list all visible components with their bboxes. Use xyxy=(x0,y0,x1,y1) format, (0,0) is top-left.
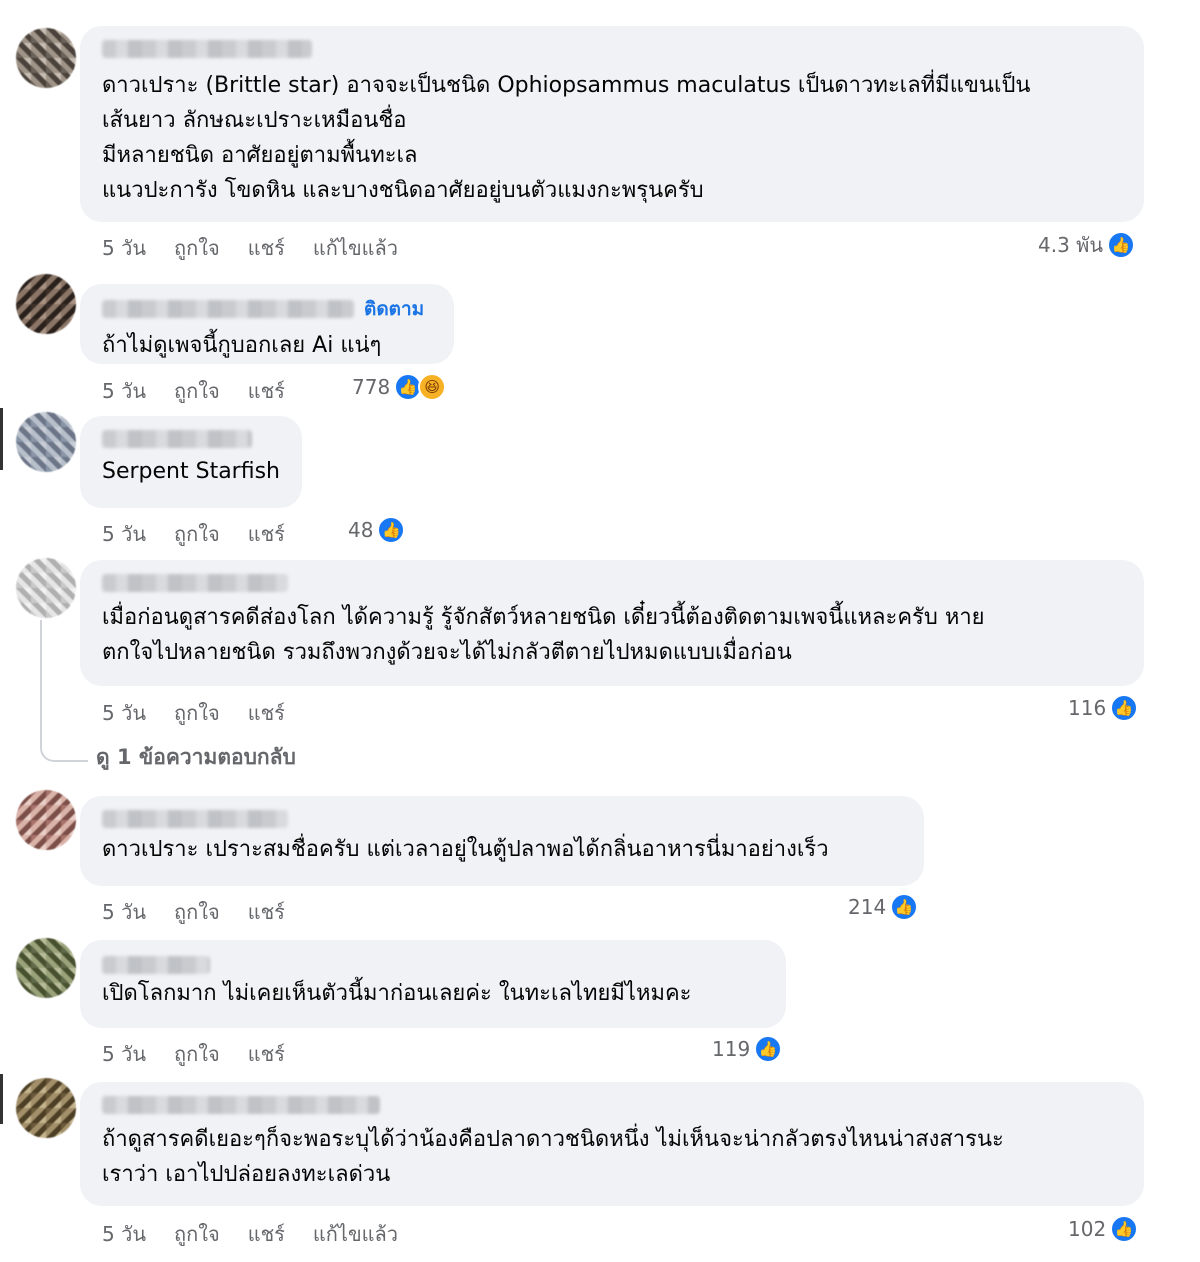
edge-marker xyxy=(0,1074,3,1124)
avatar[interactable] xyxy=(16,790,76,850)
avatar[interactable] xyxy=(16,1078,76,1138)
reaction-count[interactable]: 778 👍 😆 xyxy=(352,373,447,401)
comment-bubble: ติดตาม ถ้าไม่ดูเพจนี้กูบอกเลย Ai แน่ๆ xyxy=(80,284,454,364)
comment-bubble: Serpent Starfish xyxy=(80,416,302,508)
reaction-count-label: 102 xyxy=(1068,1217,1107,1241)
follow-button[interactable]: ติดตาม xyxy=(364,294,424,324)
thumbs-up-icon: 👍 xyxy=(754,1035,783,1063)
avatar[interactable] xyxy=(16,412,76,472)
share-button[interactable]: แชร์ xyxy=(248,518,285,550)
edited-label: แก้ไขแล้ว xyxy=(312,236,399,260)
view-replies-link[interactable]: ดู 1 ข้อความตอบกลับ xyxy=(96,741,296,774)
reaction-count[interactable]: 4.3 พัน 👍 xyxy=(1038,229,1136,261)
comment-bubble: ถ้าดูสารคดีเยอะๆก็จะพอระบุได้ว่าน้องคือป… xyxy=(80,1082,1144,1206)
edge-marker xyxy=(0,408,3,470)
comment-actions: 5 วัน ถูกใจ แชร์ แก้ไขแล้ว xyxy=(102,232,398,264)
comment-actions: 5 วัน ถูกใจ แชร์ xyxy=(102,896,285,928)
comment-time[interactable]: 5 วัน xyxy=(102,1038,146,1070)
share-button[interactable]: แชร์ xyxy=(248,1038,285,1070)
thumbs-up-icon: 👍 xyxy=(377,516,406,544)
haha-icon: 😆 xyxy=(418,373,447,401)
comment-text: เมื่อก่อนดูสารคดีส่องโลก ได้ความรู้ รู้จ… xyxy=(102,605,985,665)
avatar[interactable] xyxy=(16,938,76,998)
comment-text: ถ้าดูสารคดีเยอะๆก็จะพอระบุได้ว่าน้องคือป… xyxy=(102,1127,1004,1187)
comment-time[interactable]: 5 วัน xyxy=(102,518,146,550)
commenter-name[interactable] xyxy=(102,810,288,828)
reaction-count[interactable]: 214 👍 xyxy=(848,893,919,921)
thumbs-up-icon: 👍 xyxy=(1107,231,1136,259)
reaction-count-label: 778 xyxy=(352,375,391,399)
reaction-count[interactable]: 48 👍 xyxy=(348,516,406,544)
like-button[interactable]: ถูกใจ xyxy=(174,697,220,729)
name-row: ติดตาม xyxy=(102,294,432,324)
share-button[interactable]: แชร์ xyxy=(248,697,285,729)
commenter-name[interactable] xyxy=(102,300,354,318)
comment-actions: 5 วัน ถูกใจ แชร์ xyxy=(102,697,285,729)
avatar[interactable] xyxy=(16,274,76,334)
comment-bubble: เมื่อก่อนดูสารคดีส่องโลก ได้ความรู้ รู้จ… xyxy=(80,560,1144,686)
reaction-count-label: 116 xyxy=(1068,696,1107,720)
avatar[interactable] xyxy=(16,28,76,88)
commenter-name[interactable] xyxy=(102,956,210,974)
commenter-name[interactable] xyxy=(102,430,252,448)
comment-time[interactable]: 5 วัน xyxy=(102,896,146,928)
share-button[interactable]: แชร์ xyxy=(248,375,285,407)
like-button[interactable]: ถูกใจ xyxy=(174,1218,220,1250)
share-button[interactable]: แชร์ xyxy=(248,1218,285,1250)
comment-text: ดาวเปราะ (Brittle star) อาจจะเป็นชนิด Op… xyxy=(102,73,1031,203)
share-button[interactable]: แชร์ xyxy=(248,896,285,928)
reaction-count[interactable]: 102 👍 xyxy=(1068,1215,1139,1243)
like-button[interactable]: ถูกใจ xyxy=(174,232,220,264)
avatar[interactable] xyxy=(16,558,76,618)
like-button[interactable]: ถูกใจ xyxy=(174,375,220,407)
comment-time[interactable]: 5 วัน xyxy=(102,697,146,729)
comment-bubble: ดาวเปราะ เปราะสมชื่อครับ แต่เวลาอยู่ในตู… xyxy=(80,796,924,886)
reply-thread-line xyxy=(40,620,88,762)
comment-text: Serpent Starfish xyxy=(102,459,280,484)
reaction-count-label: 48 xyxy=(348,518,374,542)
reaction-count-label: 4.3 พัน xyxy=(1038,233,1104,257)
like-button[interactable]: ถูกใจ xyxy=(174,1038,220,1070)
thumbs-up-icon: 👍 xyxy=(1110,694,1139,722)
comment-time[interactable]: 5 วัน xyxy=(102,1218,146,1250)
comment-bubble: เปิดโลกมาก ไม่เคยเห็นตัวนี้มาก่อนเลยค่ะ … xyxy=(80,940,786,1028)
commenter-name[interactable] xyxy=(102,574,288,592)
like-button[interactable]: ถูกใจ xyxy=(174,518,220,550)
reaction-count-label: 214 xyxy=(848,895,887,919)
comment-bubble: ดาวเปราะ (Brittle star) อาจจะเป็นชนิด Op… xyxy=(80,26,1144,222)
comment-text: เปิดโลกมาก ไม่เคยเห็นตัวนี้มาก่อนเลยค่ะ … xyxy=(102,981,692,1006)
commenter-name[interactable] xyxy=(102,1096,380,1114)
reaction-count[interactable]: 116 👍 xyxy=(1068,694,1139,722)
comment-text: ถ้าไม่ดูเพจนี้กูบอกเลย Ai แน่ๆ xyxy=(102,333,382,358)
comment-text: ดาวเปราะ เปราะสมชื่อครับ แต่เวลาอยู่ในตู… xyxy=(102,837,829,862)
reaction-count[interactable]: 119 👍 xyxy=(712,1035,783,1063)
edited-label: แก้ไขแล้ว xyxy=(312,1222,399,1246)
commenter-name[interactable] xyxy=(102,40,312,58)
comment-actions: 5 วัน ถูกใจ แชร์ แก้ไขแล้ว xyxy=(102,1218,398,1250)
like-button[interactable]: ถูกใจ xyxy=(174,896,220,928)
comment-actions: 5 วัน ถูกใจ แชร์ xyxy=(102,375,285,407)
thumbs-up-icon: 👍 xyxy=(890,893,919,921)
comment-actions: 5 วัน ถูกใจ แชร์ xyxy=(102,518,285,550)
share-button[interactable]: แชร์ xyxy=(248,232,285,264)
comment-time[interactable]: 5 วัน xyxy=(102,232,146,264)
comment-actions: 5 วัน ถูกใจ แชร์ xyxy=(102,1038,285,1070)
thumbs-up-icon: 👍 xyxy=(1110,1215,1139,1243)
reaction-count-label: 119 xyxy=(712,1037,751,1061)
comment-time[interactable]: 5 วัน xyxy=(102,375,146,407)
